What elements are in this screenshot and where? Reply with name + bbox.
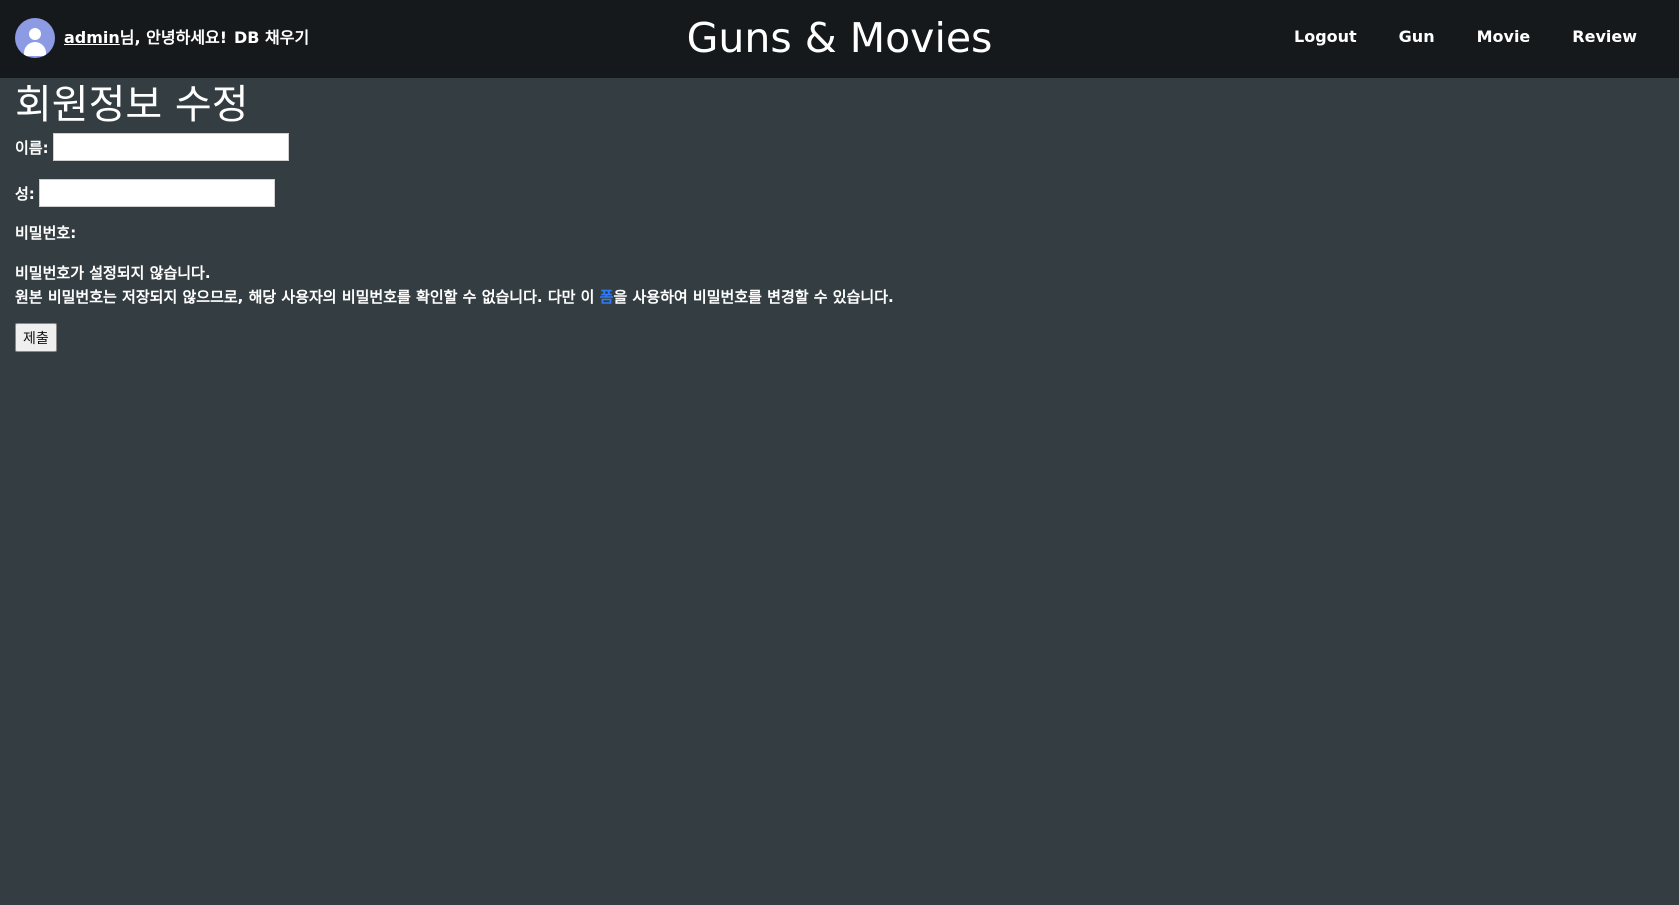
first-name-row: 이름: xyxy=(15,132,1655,162)
fill-db-link[interactable]: DB 채우기 xyxy=(234,24,309,48)
top-navbar: admin님, 안녕하세요! DB 채우기 Guns & Movies Logo… xyxy=(0,0,1679,78)
site-title-text[interactable]: Guns & Movies xyxy=(687,14,993,62)
last-name-input[interactable] xyxy=(38,179,275,207)
nav-review-link[interactable]: Review xyxy=(1572,27,1637,46)
avatar-head-shape xyxy=(29,28,41,40)
nav-gun-link[interactable]: Gun xyxy=(1399,27,1435,46)
user-greeting: admin님, 안녕하세요! xyxy=(64,24,227,48)
username-link[interactable]: admin xyxy=(64,28,120,47)
last-name-row: 성: xyxy=(15,178,1655,208)
first-name-input[interactable] xyxy=(52,133,289,161)
password-change-form-link[interactable]: 폼 xyxy=(600,288,614,306)
last-name-label: 성: xyxy=(15,184,35,203)
greeting-suffix: 님, 안녕하세요! xyxy=(119,28,228,47)
password-status: 비밀번호가 설정되지 않습니다. xyxy=(15,264,211,282)
password-help-after: 을 사용하여 비밀번호를 변경할 수 있습니다. xyxy=(613,288,894,306)
nav-logout-link[interactable]: Logout xyxy=(1294,27,1357,46)
nav-movie-link[interactable]: Movie xyxy=(1477,27,1531,46)
password-help-before: 원본 비밀번호는 저장되지 않으므로, 해당 사용자의 비밀번호를 확인할 수 … xyxy=(15,288,600,306)
main-content: 회원정보 수정 이름: 성: 비밀번호: 비밀번호가 설정되지 않습니다. 원본… xyxy=(15,78,1655,352)
user-avatar-icon[interactable] xyxy=(15,18,55,58)
submit-button[interactable]: 제출 xyxy=(15,323,57,352)
nav-links: Logout Gun Movie Review xyxy=(1252,27,1637,46)
password-help-text: 원본 비밀번호는 저장되지 않으므로, 해당 사용자의 비밀번호를 확인할 수 … xyxy=(15,285,1655,309)
avatar-body-shape xyxy=(24,42,46,56)
profile-edit-form: 이름: 성: 비밀번호: 비밀번호가 설정되지 않습니다. 원본 비밀번호는 저… xyxy=(15,132,1655,352)
password-help: 비밀번호가 설정되지 않습니다. 원본 비밀번호는 저장되지 않으므로, 해당 … xyxy=(15,261,1655,309)
password-label: 비밀번호: xyxy=(15,224,77,242)
page-title: 회원정보 수정 xyxy=(15,82,249,128)
first-name-label: 이름: xyxy=(15,138,49,157)
